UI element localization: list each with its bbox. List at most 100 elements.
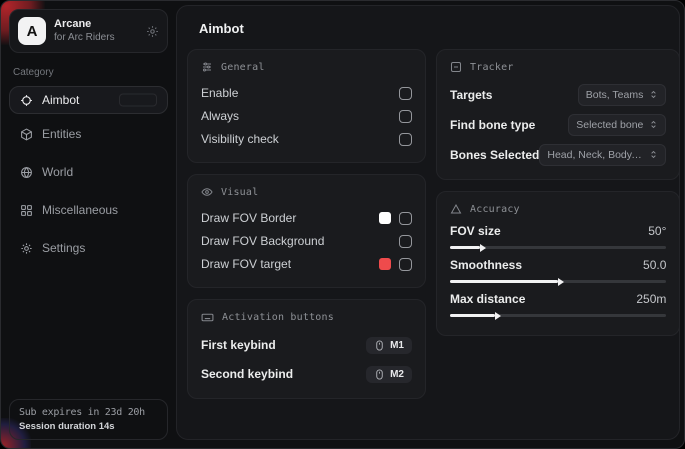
mouse-icon xyxy=(374,340,385,351)
card-title: Accuracy xyxy=(470,204,520,215)
app-subtitle: for Arc Riders xyxy=(54,32,138,45)
slider-value: 50° xyxy=(648,224,666,238)
general-card: General Enable Always Visibility check xyxy=(187,49,426,163)
gear-icon[interactable] xyxy=(146,25,159,38)
sidebar-item-label: Aimbot xyxy=(42,93,79,107)
card-title: General xyxy=(221,62,265,73)
draw-fov-background-checkbox[interactable] xyxy=(399,235,412,248)
setting-row-draw-fov-background: Draw FOV Background xyxy=(201,230,412,252)
mouse-icon xyxy=(374,369,385,380)
globe-icon xyxy=(20,166,33,179)
dropdown-value: Head, Neck, Body, Pe.. xyxy=(547,149,643,161)
tracker-card: Tracker Targets Bots, Teams xyxy=(436,49,680,180)
setting-row-draw-fov-border: Draw FOV Border xyxy=(201,207,412,229)
sidebar-item-miscellaneous[interactable]: Miscellaneous xyxy=(9,196,168,224)
sidebar-item-settings[interactable]: Settings xyxy=(9,234,168,262)
setting-row-max-distance: Max distance 250m xyxy=(450,292,666,317)
first-keybind-button[interactable]: M1 xyxy=(366,337,412,354)
setting-row-second-keybind: Second keybind M2 xyxy=(201,362,412,386)
setting-label: FOV size xyxy=(450,224,501,238)
sliders-icon xyxy=(201,61,213,73)
brand-card: A Arcane for Arc Riders xyxy=(9,9,168,53)
bones-selected-dropdown[interactable]: Head, Neck, Body, Pe.. xyxy=(539,144,666,166)
setting-row-visibility-check: Visibility check xyxy=(201,128,412,150)
enable-checkbox[interactable] xyxy=(399,87,412,100)
setting-label: Visibility check xyxy=(201,132,279,146)
session-duration: Session duration 14s xyxy=(19,421,158,432)
setting-label: Smoothness xyxy=(450,258,522,272)
sidebar: A Arcane for Arc Riders Category xyxy=(1,1,176,448)
find-bone-type-dropdown[interactable]: Selected bone xyxy=(568,114,666,136)
setting-label: Draw FOV Background xyxy=(201,234,324,248)
setting-label: Max distance xyxy=(450,292,525,306)
slider-thumb[interactable] xyxy=(558,278,564,286)
sidebar-item-entities[interactable]: Entities xyxy=(9,120,168,148)
category-label: Category xyxy=(13,67,164,78)
setting-label: Find bone type xyxy=(450,118,535,132)
dropdown-value: Selected bone xyxy=(576,119,643,131)
second-keybind-button[interactable]: M2 xyxy=(366,366,412,383)
max-distance-slider[interactable] xyxy=(450,314,666,317)
setting-row-targets: Targets Bots, Teams xyxy=(450,82,666,107)
tracker-card-header: Tracker xyxy=(450,61,666,73)
setting-label: Targets xyxy=(450,88,492,102)
targets-dropdown[interactable]: Bots, Teams xyxy=(578,84,667,106)
always-checkbox[interactable] xyxy=(399,110,412,123)
expand-icon xyxy=(649,89,658,100)
setting-row-enable: Enable xyxy=(201,82,412,104)
activation-card: Activation buttons First keybind xyxy=(187,299,426,399)
subscription-expiry: Sub expires in 23d 20h xyxy=(19,407,158,418)
main-panel: Aimbot General xyxy=(176,5,680,440)
slider-value: 50.0 xyxy=(643,258,666,272)
app-name: Arcane xyxy=(54,18,138,32)
card-title: Visual xyxy=(221,187,258,198)
scan-icon xyxy=(450,61,462,73)
card-title: Activation buttons xyxy=(222,312,334,323)
setting-row-first-keybind: First keybind M1 xyxy=(201,333,412,357)
crosshair-icon xyxy=(20,94,33,107)
setting-label: Draw FOV target xyxy=(201,257,291,271)
fov-target-color-swatch[interactable] xyxy=(379,258,391,270)
slider-thumb[interactable] xyxy=(480,244,486,252)
sidebar-item-aimbot[interactable]: Aimbot xyxy=(9,86,168,114)
setting-label: First keybind xyxy=(201,338,276,352)
dropdown-value: Bots, Teams xyxy=(586,89,644,101)
sidebar-item-label: Entities xyxy=(42,127,81,141)
slider-value: 250m xyxy=(636,292,666,306)
sidebar-item-label: Settings xyxy=(42,241,85,255)
eye-icon xyxy=(201,186,213,198)
sidebar-item-world[interactable]: World xyxy=(9,158,168,186)
setting-label: Draw FOV Border xyxy=(201,211,296,225)
slider-thumb[interactable] xyxy=(495,312,501,320)
app-logo: A xyxy=(18,17,46,45)
setting-label: Bones Selected xyxy=(450,148,539,162)
sidebar-nav: Aimbot Entities World xyxy=(9,86,168,266)
slider-fill xyxy=(450,280,558,283)
setting-label: Always xyxy=(201,109,239,123)
triangle-icon xyxy=(450,203,462,215)
brand-text: Arcane for Arc Riders xyxy=(54,18,138,44)
left-column: General Enable Always Visibility check xyxy=(187,49,426,399)
setting-row-always: Always xyxy=(201,105,412,127)
setting-row-draw-fov-target: Draw FOV target xyxy=(201,253,412,275)
setting-row-smoothness: Smoothness 50.0 xyxy=(450,258,666,283)
visibility-check-checkbox[interactable] xyxy=(399,133,412,146)
draw-fov-target-checkbox[interactable] xyxy=(399,258,412,271)
fov-border-color-swatch[interactable] xyxy=(379,212,391,224)
expand-icon xyxy=(649,149,658,160)
accuracy-card: Accuracy FOV size 50° xyxy=(436,191,680,336)
aimbot-hint-badge xyxy=(119,94,157,107)
fov-size-slider[interactable] xyxy=(450,246,666,249)
sidebar-item-label: Miscellaneous xyxy=(42,203,118,217)
setting-row-fov-size: FOV size 50° xyxy=(450,224,666,249)
visual-card: Visual Draw FOV Border Draw FOV Backgrou… xyxy=(187,174,426,288)
gear-icon xyxy=(20,242,33,255)
keybind-value: M2 xyxy=(390,369,404,380)
setting-label: Second keybind xyxy=(201,367,293,381)
card-title: Tracker xyxy=(470,62,514,73)
smoothness-slider[interactable] xyxy=(450,280,666,283)
setting-row-bones-selected: Bones Selected Head, Neck, Body, Pe.. xyxy=(450,142,666,167)
draw-fov-border-checkbox[interactable] xyxy=(399,212,412,225)
subscription-card: Sub expires in 23d 20h Session duration … xyxy=(9,399,168,440)
grid-icon xyxy=(20,204,33,217)
